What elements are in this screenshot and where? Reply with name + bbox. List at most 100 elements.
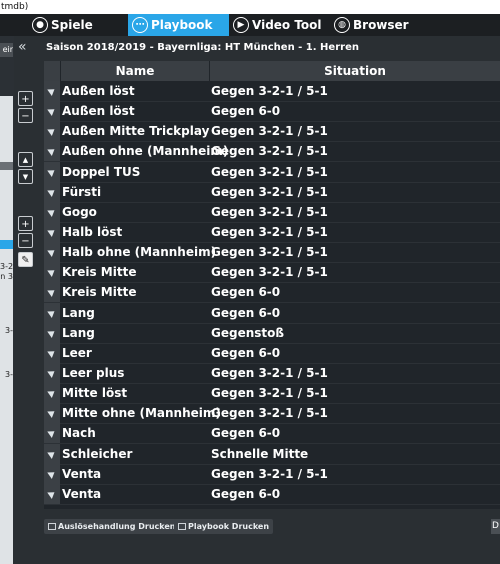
cell-name: Außen löst [62, 84, 135, 98]
table-row[interactable]: Lang Gegen 6-0 [44, 302, 500, 324]
cell-situation: Gegen 3-2-1 / 5-1 [211, 365, 328, 380]
tab-video-tool[interactable]: ▶ Video Tool [233, 14, 333, 36]
cell-situation: Gegen 3-2-1 / 5-1 [211, 466, 328, 481]
tab-browser[interactable]: ◍ Browser [334, 14, 434, 36]
cell-situation: Gegen 6-0 [211, 345, 281, 360]
tab-spiele-label: Spiele [51, 18, 93, 32]
collapse-panel-icon[interactable]: « [18, 40, 27, 54]
tab-browser-label: Browser [353, 18, 409, 32]
cell-situation: Gegen 3-2-1 / 5-1 [211, 386, 328, 401]
cell-name: Außen ohne (Mannheim) [62, 144, 229, 159]
add-icon[interactable]: + [18, 216, 33, 231]
table-row[interactable]: Halb ohne (Mannheim) Gegen 3-2-1 / 5-1 [44, 242, 500, 264]
game-text-fragment: 3- [5, 326, 13, 335]
row-play-icon[interactable] [44, 141, 60, 162]
row-play-icon[interactable] [44, 161, 60, 182]
table-row[interactable]: Gogo Gegen 3-2-1 / 5-1 [44, 201, 500, 223]
soccer-ball-icon: ● [32, 17, 48, 33]
tool-column: « + − ▲ ▼ + − ✎ [14, 36, 41, 540]
column-header-name[interactable]: Name [61, 61, 209, 81]
cell-name: Außen Mitte Trickplay [62, 124, 210, 139]
cell-name: Lang [62, 305, 95, 320]
right-button-fragment[interactable]: D [491, 519, 500, 534]
cell-name: Venta [62, 486, 102, 501]
selected-game-marker[interactable] [0, 240, 13, 249]
row-play-icon[interactable] [44, 322, 60, 343]
table-row[interactable]: Fürsti Gegen 3-2-1 / 5-1 [44, 181, 500, 203]
table-row[interactable]: Halb löst Gegen 3-2-1 / 5-1 [44, 221, 500, 243]
cell-situation: Gegen 3-2-1 / 5-1 [211, 265, 328, 280]
row-play-icon[interactable] [44, 282, 60, 303]
game-text-fragment: 3- [5, 370, 13, 379]
row-play-icon[interactable] [44, 181, 60, 202]
remove-icon[interactable]: − [18, 233, 33, 248]
cell-situation: Gegen 3-2-1 / 5-1 [211, 245, 328, 260]
row-play-icon[interactable] [44, 262, 60, 283]
table-row[interactable]: Nach Gegen 6-0 [44, 423, 500, 445]
cell-name: Fürsti [62, 184, 102, 199]
row-play-icon[interactable] [44, 302, 60, 323]
cell-situation: Gegen 3-2-1 / 5-1 [211, 406, 328, 421]
game-text-fragment: 3-2- [0, 262, 13, 271]
row-play-icon[interactable] [44, 221, 60, 242]
row-play-icon[interactable] [44, 81, 60, 101]
window-title: tmdb) [0, 0, 500, 14]
table-row[interactable]: Schleicher Schnelle Mitte [44, 443, 500, 465]
print-playbook-button[interactable]: Playbook Drucken [174, 519, 274, 534]
cell-name: Doppel TUS [62, 164, 141, 179]
cell-name: Außen löst [62, 104, 135, 119]
row-play-icon[interactable] [44, 242, 60, 263]
table-row[interactable]: Außen löst Gegen 6-0 [44, 101, 500, 123]
tab-playbook-label: Playbook [151, 18, 213, 32]
table-row[interactable]: Doppel TUS Gegen 3-2-1 / 5-1 [44, 161, 500, 183]
row-play-icon[interactable] [44, 423, 60, 444]
row-play-icon[interactable] [44, 483, 60, 504]
table-row[interactable]: Kreis Mitte Gegen 6-0 [44, 282, 500, 304]
cell-name: Leer [62, 345, 92, 360]
table-row[interactable]: Leer Gegen 6-0 [44, 342, 500, 364]
cell-situation: Gegenstoß [211, 325, 285, 340]
zoom-in-icon[interactable]: + [18, 91, 33, 106]
row-play-icon[interactable] [44, 201, 60, 222]
row-play-icon[interactable] [44, 443, 60, 464]
cell-name: Mitte löst [62, 386, 128, 401]
row-play-icon[interactable] [44, 101, 60, 122]
play-icon: ▶ [233, 17, 249, 33]
cell-name: Leer plus [62, 365, 125, 380]
tab-spiele[interactable]: ● Spiele [32, 14, 128, 36]
table-row[interactable]: Außen ohne (Mannheim) Gegen 3-2-1 / 5-1 [44, 141, 500, 163]
print-trigger-label: Auslösehandlung Drucken [58, 522, 176, 531]
move-up-icon[interactable]: ▲ [18, 152, 33, 167]
cell-situation: Gegen 3-2-1 / 5-1 [211, 164, 328, 179]
column-header-situation[interactable]: Situation [210, 61, 500, 81]
list-separator [0, 162, 13, 170]
print-trigger-button[interactable]: Auslösehandlung Drucken [44, 519, 180, 534]
games-list-panel[interactable]: 3-2- n 3 3- 3- [0, 96, 13, 564]
cell-situation: Gegen 6-0 [211, 285, 281, 300]
globe-icon: ◍ [334, 17, 350, 33]
games-tab-fragment[interactable]: eir [0, 43, 13, 57]
cell-situation: Gegen 6-0 [211, 305, 281, 320]
table-row[interactable]: Venta Gegen 3-2-1 / 5-1 [44, 463, 500, 485]
table-row[interactable]: Außen Mitte Trickplay Gegen 3-2-1 / 5-1 [44, 121, 500, 143]
table-row[interactable]: Mitte löst Gegen 3-2-1 / 5-1 [44, 383, 500, 405]
table-row[interactable]: Lang Gegenstoß [44, 322, 500, 344]
move-down-icon[interactable]: ▼ [18, 169, 33, 184]
cell-situation: Schnelle Mitte [211, 446, 309, 461]
zoom-out-icon[interactable]: − [18, 108, 33, 123]
print-playbook-label: Playbook Drucken [188, 522, 270, 531]
row-play-icon[interactable] [44, 463, 60, 484]
table-row[interactable]: Mitte ohne (Mannheim) Gegen 3-2-1 / 5-1 [44, 403, 500, 425]
row-play-icon[interactable] [44, 342, 60, 363]
tab-video-tool-label: Video Tool [252, 18, 322, 32]
tab-playbook[interactable]: ⋯ Playbook [128, 14, 229, 36]
table-row[interactable]: Kreis Mitte Gegen 3-2-1 / 5-1 [44, 262, 500, 284]
table-row[interactable]: Leer plus Gegen 3-2-1 / 5-1 [44, 362, 500, 384]
row-play-icon[interactable] [44, 121, 60, 142]
row-play-icon[interactable] [44, 403, 60, 424]
row-play-icon[interactable] [44, 383, 60, 404]
row-play-icon[interactable] [44, 362, 60, 383]
edit-icon[interactable]: ✎ [18, 252, 33, 267]
table-row[interactable]: Außen löst Gegen 3-2-1 / 5-1 [44, 81, 500, 102]
table-row[interactable]: Venta Gegen 6-0 [44, 483, 500, 505]
